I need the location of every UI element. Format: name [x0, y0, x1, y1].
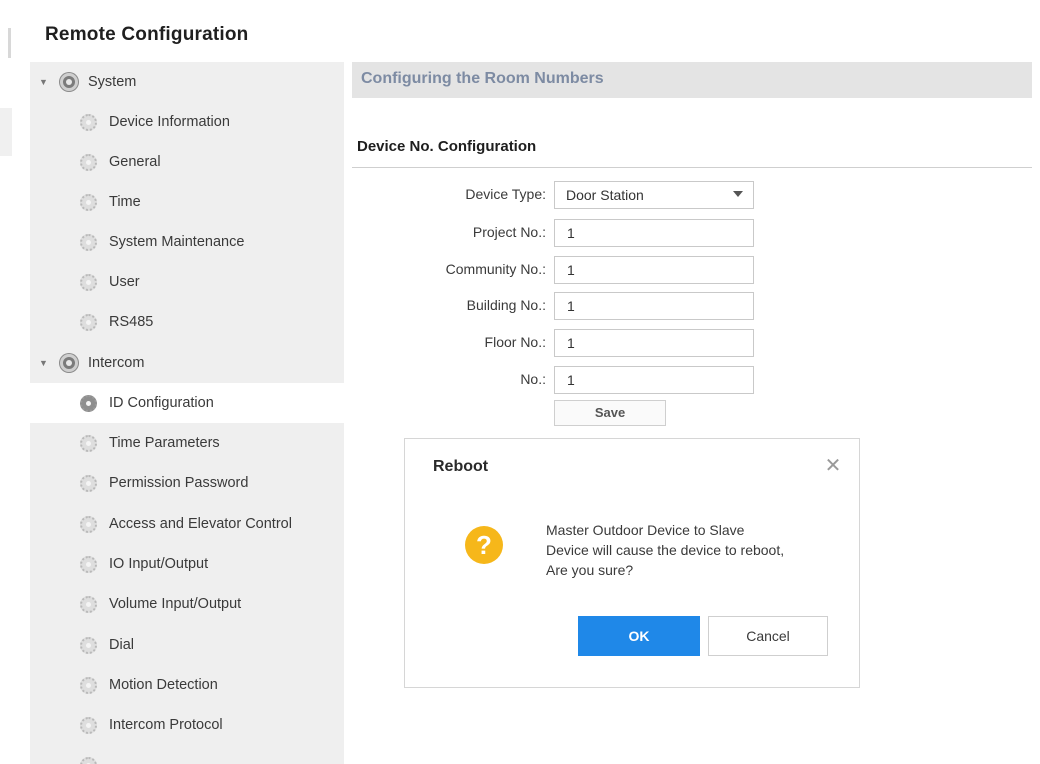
gear-icon — [80, 233, 97, 251]
dialog-title: Reboot — [433, 458, 489, 475]
field-label: Device Type: — [465, 186, 546, 202]
gear-icon — [80, 434, 97, 452]
sidebar-item-label: System Maintenance — [109, 234, 245, 250]
sidebar-item-label: Volume Input/Output — [109, 596, 242, 612]
gear-icon — [80, 756, 97, 764]
intercom-group-icon — [60, 354, 78, 372]
section-title: Device No. Configuration — [357, 138, 537, 155]
community-no-input[interactable]: 1 — [554, 256, 754, 284]
tree-group-label: System — [88, 74, 137, 90]
gear-icon — [80, 313, 97, 331]
content-header-bar: Configuring the Room Numbers — [352, 62, 1032, 98]
sidebar-item-time[interactable]: Time — [30, 182, 344, 222]
edge-marker — [0, 108, 12, 156]
section-divider — [352, 167, 1032, 168]
dialog-message: Master Outdoor Device to Slave Device wi… — [546, 520, 846, 580]
sidebar-item-label: Device Information — [109, 114, 230, 130]
dialog-message-line: Master Outdoor Device to Slave — [546, 522, 745, 538]
tree-group-intercom[interactable]: ▼ Intercom — [30, 343, 344, 383]
question-icon: ? — [465, 526, 503, 564]
form-row-building-no: Building No.: 1 — [352, 292, 772, 320]
sidebar-item-label: RS485 — [109, 314, 154, 330]
sidebar-tree: ▼ System Device Information General Time… — [30, 62, 344, 764]
field-label: Community No.: — [445, 261, 546, 277]
field-label: Project No.: — [472, 224, 546, 240]
dialog-message-line: Are you sure? — [546, 562, 634, 578]
sidebar-item-label: Motion Detection — [109, 677, 218, 693]
gear-icon — [80, 113, 97, 131]
sidebar-item-access-elevator-control[interactable]: Access and Elevator Control — [30, 504, 344, 544]
form-row-device-type: Device Type: Door Station — [352, 181, 772, 209]
sidebar-item-label: ID Configuration — [109, 395, 214, 411]
sidebar-item-device-information[interactable]: Device Information — [30, 102, 344, 142]
sidebar-item-system-maintenance[interactable]: System Maintenance — [30, 222, 344, 262]
dialog-message-line: Device will cause the device to reboot, — [546, 542, 785, 558]
gear-icon — [80, 474, 97, 492]
field-label: Building No.: — [466, 297, 546, 313]
sidebar-item-rs485[interactable]: RS485 — [30, 302, 344, 342]
sidebar-item-io-input-output[interactable]: IO Input/Output — [30, 544, 344, 584]
tree-group-system[interactable]: ▼ System — [30, 62, 344, 102]
sidebar-item-label: Permission Password — [109, 475, 249, 491]
gear-icon — [80, 595, 97, 613]
building-no-input[interactable]: 1 — [554, 292, 754, 320]
window-left-edge — [0, 0, 14, 764]
expand-caret-icon[interactable]: ▼ — [39, 77, 48, 87]
field-label: Floor No.: — [484, 334, 546, 350]
field-label: No.: — [520, 371, 546, 387]
sidebar-item-permission-password[interactable]: Permission Password — [30, 463, 344, 503]
gear-icon — [80, 193, 97, 211]
form-row-floor-no: Floor No.: 1 — [352, 329, 772, 357]
reboot-dialog: Reboot ✕ ? Master Outdoor Device to Slav… — [404, 438, 860, 688]
sidebar-item-user[interactable]: User — [30, 262, 344, 302]
sidebar-item-partial[interactable] — [30, 745, 344, 764]
sidebar-item-motion-detection[interactable]: Motion Detection — [30, 665, 344, 705]
sidebar-item-label: Dial — [109, 637, 134, 653]
gear-icon — [80, 555, 97, 573]
sidebar-item-label: Intercom Protocol — [109, 717, 223, 733]
sidebar-item-label: Time Parameters — [109, 435, 220, 451]
form-row-project-no: Project No.: 1 — [352, 219, 772, 247]
form-row-community-no: Community No.: 1 — [352, 256, 772, 284]
edge-marker — [8, 28, 11, 58]
gear-icon — [80, 153, 97, 171]
tree-group-label: Intercom — [88, 355, 145, 371]
sidebar-item-dial[interactable]: Dial — [30, 625, 344, 665]
save-button[interactable]: Save — [554, 400, 666, 426]
sidebar-item-volume-input-output[interactable]: Volume Input/Output — [30, 584, 344, 624]
floor-no-input[interactable]: 1 — [554, 329, 754, 357]
device-type-value: Door Station — [566, 187, 644, 203]
device-type-select[interactable]: Door Station — [554, 181, 754, 209]
window-title: Remote Configuration — [45, 24, 249, 45]
gear-icon — [80, 636, 97, 654]
sidebar-item-label: Time — [109, 194, 141, 210]
sidebar-item-label: Access and Elevator Control — [109, 516, 292, 532]
chevron-down-icon[interactable] — [733, 191, 743, 197]
system-group-icon — [60, 73, 78, 91]
gear-icon — [80, 394, 97, 412]
gear-icon — [80, 676, 97, 694]
sidebar-item-intercom-protocol[interactable]: Intercom Protocol — [30, 705, 344, 745]
content-header-title: Configuring the Room Numbers — [361, 70, 604, 87]
gear-icon — [80, 273, 97, 291]
ok-button[interactable]: OK — [578, 616, 700, 656]
no-input[interactable]: 1 — [554, 366, 754, 394]
sidebar-item-label: General — [109, 154, 161, 170]
gear-icon — [80, 515, 97, 533]
cancel-button[interactable]: Cancel — [708, 616, 828, 656]
form-row-no: No.: 1 — [352, 366, 772, 394]
gear-icon — [80, 716, 97, 734]
expand-caret-icon[interactable]: ▼ — [39, 358, 48, 368]
sidebar-item-label: IO Input/Output — [109, 556, 209, 572]
sidebar-item-label: User — [109, 274, 140, 290]
close-icon[interactable]: ✕ — [822, 455, 844, 477]
sidebar-item-general[interactable]: General — [30, 142, 344, 182]
sidebar-item-time-parameters[interactable]: Time Parameters — [30, 423, 344, 463]
sidebar-item-id-configuration[interactable]: ID Configuration — [30, 383, 344, 423]
project-no-input[interactable]: 1 — [554, 219, 754, 247]
